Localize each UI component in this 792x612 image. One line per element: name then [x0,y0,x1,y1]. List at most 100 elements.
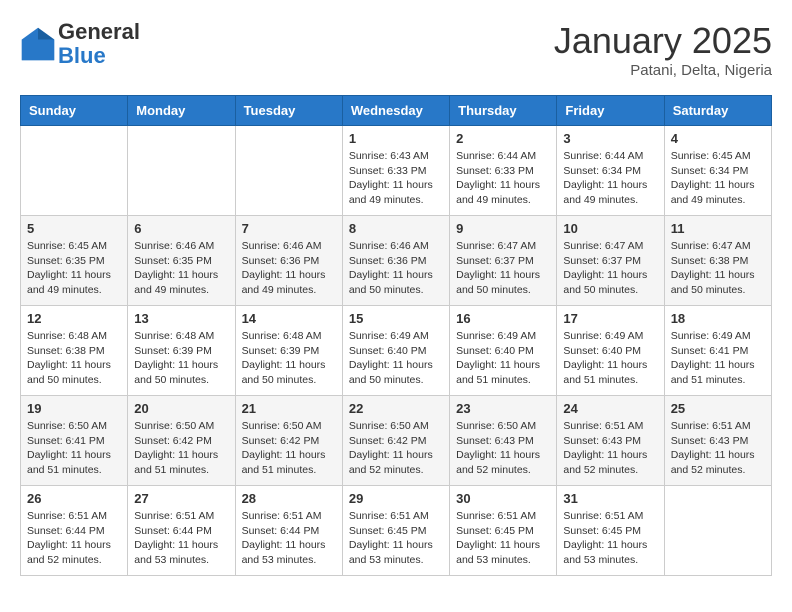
calendar-day [664,486,771,576]
weekday-header-thursday: Thursday [450,96,557,126]
calendar-day: 21 Sunrise: 6:50 AM Sunset: 6:42 PM Dayli… [235,396,342,486]
day-info: Sunrise: 6:44 AM Sunset: 6:33 PM Dayligh… [456,149,550,208]
logo-text: General Blue [58,20,140,68]
calendar-day [128,126,235,216]
weekday-header-sunday: Sunday [21,96,128,126]
calendar-day: 26 Sunrise: 6:51 AM Sunset: 6:44 PM Dayli… [21,486,128,576]
calendar-day: 4 Sunrise: 6:45 AM Sunset: 6:34 PM Daylig… [664,126,771,216]
day-info: Sunrise: 6:49 AM Sunset: 6:40 PM Dayligh… [349,329,443,388]
weekday-header-row: SundayMondayTuesdayWednesdayThursdayFrid… [21,96,772,126]
day-number: 29 [349,491,443,506]
day-number: 6 [134,221,228,236]
weekday-header-friday: Friday [557,96,664,126]
calendar-day: 12 Sunrise: 6:48 AM Sunset: 6:38 PM Dayli… [21,306,128,396]
day-info: Sunrise: 6:45 AM Sunset: 6:34 PM Dayligh… [671,149,765,208]
day-number: 19 [27,401,121,416]
day-number: 26 [27,491,121,506]
day-info: Sunrise: 6:49 AM Sunset: 6:41 PM Dayligh… [671,329,765,388]
day-info: Sunrise: 6:48 AM Sunset: 6:39 PM Dayligh… [242,329,336,388]
day-number: 1 [349,131,443,146]
logo: General Blue [20,20,140,68]
day-info: Sunrise: 6:51 AM Sunset: 6:45 PM Dayligh… [563,509,657,568]
day-info: Sunrise: 6:51 AM Sunset: 6:44 PM Dayligh… [242,509,336,568]
calendar-day: 1Sunrise: 6:43 AM Sunset: 6:33 PM Daylig… [342,126,449,216]
calendar-week-3: 12 Sunrise: 6:48 AM Sunset: 6:38 PM Dayli… [21,306,772,396]
calendar-day: 5 Sunrise: 6:45 AM Sunset: 6:35 PM Daylig… [21,216,128,306]
day-number: 21 [242,401,336,416]
day-info: Sunrise: 6:48 AM Sunset: 6:39 PM Dayligh… [134,329,228,388]
day-number: 23 [456,401,550,416]
day-info: Sunrise: 6:46 AM Sunset: 6:35 PM Dayligh… [134,239,228,298]
day-number: 14 [242,311,336,326]
calendar-day: 27Sunrise: 6:51 AM Sunset: 6:44 PM Dayli… [128,486,235,576]
calendar-day: 14 Sunrise: 6:48 AM Sunset: 6:39 PM Dayli… [235,306,342,396]
calendar-day: 23Sunrise: 6:50 AM Sunset: 6:43 PM Dayli… [450,396,557,486]
day-info: Sunrise: 6:51 AM Sunset: 6:45 PM Dayligh… [349,509,443,568]
day-number: 20 [134,401,228,416]
calendar-week-2: 5 Sunrise: 6:45 AM Sunset: 6:35 PM Daylig… [21,216,772,306]
calendar-day: 24 Sunrise: 6:51 AM Sunset: 6:43 PM Dayli… [557,396,664,486]
location-subtitle: Patani, Delta, Nigeria [554,62,772,79]
day-number: 22 [349,401,443,416]
calendar-day: 20 Sunrise: 6:50 AM Sunset: 6:42 PM Dayli… [128,396,235,486]
day-info: Sunrise: 6:50 AM Sunset: 6:42 PM Dayligh… [349,419,443,478]
calendar-week-1: 1Sunrise: 6:43 AM Sunset: 6:33 PM Daylig… [21,126,772,216]
day-number: 3 [563,131,657,146]
day-number: 15 [349,311,443,326]
day-info: Sunrise: 6:49 AM Sunset: 6:40 PM Dayligh… [563,329,657,388]
logo-general-text: General [58,19,140,44]
calendar-day: 17Sunrise: 6:49 AM Sunset: 6:40 PM Dayli… [557,306,664,396]
calendar-day: 15 Sunrise: 6:49 AM Sunset: 6:40 PM Dayli… [342,306,449,396]
weekday-header-tuesday: Tuesday [235,96,342,126]
day-info: Sunrise: 6:45 AM Sunset: 6:35 PM Dayligh… [27,239,121,298]
calendar-week-4: 19 Sunrise: 6:50 AM Sunset: 6:41 PM Dayli… [21,396,772,486]
day-info: Sunrise: 6:48 AM Sunset: 6:38 PM Dayligh… [27,329,121,388]
day-info: Sunrise: 6:51 AM Sunset: 6:43 PM Dayligh… [563,419,657,478]
weekday-header-saturday: Saturday [664,96,771,126]
calendar-day: 29 Sunrise: 6:51 AM Sunset: 6:45 PM Dayli… [342,486,449,576]
day-number: 4 [671,131,765,146]
day-number: 5 [27,221,121,236]
day-info: Sunrise: 6:50 AM Sunset: 6:42 PM Dayligh… [242,419,336,478]
calendar-day: 28Sunrise: 6:51 AM Sunset: 6:44 PM Dayli… [235,486,342,576]
calendar-day: 2Sunrise: 6:44 AM Sunset: 6:33 PM Daylig… [450,126,557,216]
day-info: Sunrise: 6:50 AM Sunset: 6:41 PM Dayligh… [27,419,121,478]
day-number: 31 [563,491,657,506]
day-info: Sunrise: 6:46 AM Sunset: 6:36 PM Dayligh… [242,239,336,298]
day-info: Sunrise: 6:44 AM Sunset: 6:34 PM Dayligh… [563,149,657,208]
day-info: Sunrise: 6:51 AM Sunset: 6:44 PM Dayligh… [27,509,121,568]
day-number: 8 [349,221,443,236]
weekday-header-wednesday: Wednesday [342,96,449,126]
logo-icon [20,26,56,62]
calendar-day: 11Sunrise: 6:47 AM Sunset: 6:38 PM Dayli… [664,216,771,306]
day-number: 9 [456,221,550,236]
day-number: 16 [456,311,550,326]
day-number: 12 [27,311,121,326]
logo-blue-text: Blue [58,43,106,68]
day-info: Sunrise: 6:51 AM Sunset: 6:45 PM Dayligh… [456,509,550,568]
day-number: 11 [671,221,765,236]
day-number: 18 [671,311,765,326]
page-header: General Blue January 2025 Patani, Delta,… [20,20,772,79]
calendar-day: 30 Sunrise: 6:51 AM Sunset: 6:45 PM Dayli… [450,486,557,576]
calendar-day: 31 Sunrise: 6:51 AM Sunset: 6:45 PM Dayli… [557,486,664,576]
calendar-day [235,126,342,216]
calendar-day: 3 Sunrise: 6:44 AM Sunset: 6:34 PM Daylig… [557,126,664,216]
calendar-day: 22 Sunrise: 6:50 AM Sunset: 6:42 PM Dayli… [342,396,449,486]
title-area: January 2025 Patani, Delta, Nigeria [554,20,772,79]
calendar-day: 13 Sunrise: 6:48 AM Sunset: 6:39 PM Dayli… [128,306,235,396]
day-number: 30 [456,491,550,506]
day-number: 24 [563,401,657,416]
day-number: 7 [242,221,336,236]
calendar-day: 19 Sunrise: 6:50 AM Sunset: 6:41 PM Dayli… [21,396,128,486]
calendar-day: 7 Sunrise: 6:46 AM Sunset: 6:36 PM Daylig… [235,216,342,306]
calendar-week-5: 26 Sunrise: 6:51 AM Sunset: 6:44 PM Dayli… [21,486,772,576]
calendar-day: 9Sunrise: 6:47 AM Sunset: 6:37 PM Daylig… [450,216,557,306]
day-info: Sunrise: 6:49 AM Sunset: 6:40 PM Dayligh… [456,329,550,388]
day-info: Sunrise: 6:50 AM Sunset: 6:42 PM Dayligh… [134,419,228,478]
weekday-header-monday: Monday [128,96,235,126]
day-number: 13 [134,311,228,326]
month-title: January 2025 [554,20,772,62]
day-info: Sunrise: 6:51 AM Sunset: 6:43 PM Dayligh… [671,419,765,478]
day-info: Sunrise: 6:46 AM Sunset: 6:36 PM Dayligh… [349,239,443,298]
